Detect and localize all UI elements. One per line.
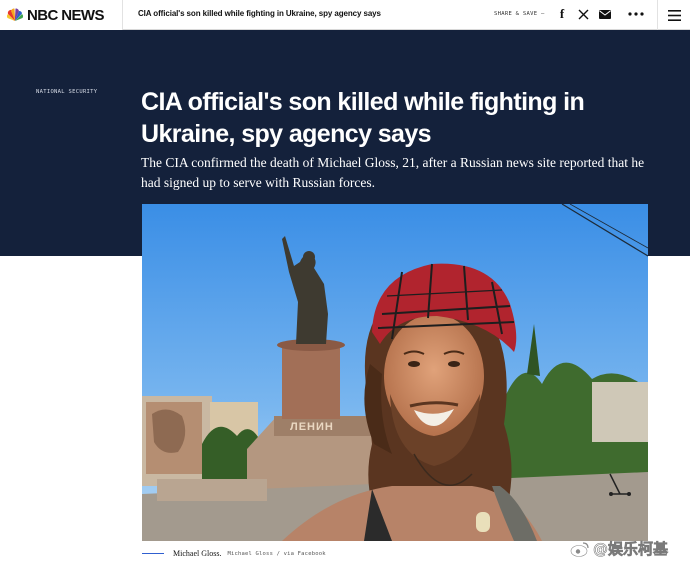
caption-rule (142, 553, 164, 554)
nbc-news-logo[interactable]: NBC NEWS (0, 0, 123, 30)
watermark-text: @娱乐柯基 (593, 540, 669, 559)
caption-credit: Michael Gloss / via Facebook (227, 550, 326, 557)
monument-inscription: ЛЕНИН (290, 421, 334, 433)
article-headline: CIA official's son killed while fighting… (141, 88, 585, 148)
lead-photo: ЛЕНИН (142, 204, 648, 541)
menu-icon[interactable] (657, 0, 690, 30)
share-save-button[interactable]: SHARE & SAVE — (494, 11, 545, 17)
x-icon[interactable] (576, 6, 590, 22)
mail-icon[interactable] (598, 6, 612, 22)
peacock-icon (7, 8, 23, 21)
nav-headline: CIA official's son killed while fighting… (138, 9, 381, 18)
article-dek: The CIA confirmed the death of Michael G… (141, 155, 645, 190)
caption-text: Michael Gloss. (173, 549, 222, 558)
watermark: @娱乐柯基 (570, 538, 668, 559)
more-icon[interactable] (627, 6, 645, 22)
section-label[interactable]: NATIONAL SECURITY (36, 89, 97, 95)
logo-text: NBC NEWS (27, 6, 104, 24)
top-nav-bar: NBC NEWS CIA official's son killed while… (0, 0, 690, 30)
photo-caption: Michael Gloss. Michael Gloss / via Faceb… (142, 549, 326, 558)
weibo-icon (570, 541, 590, 557)
facebook-icon[interactable]: f (557, 6, 567, 22)
